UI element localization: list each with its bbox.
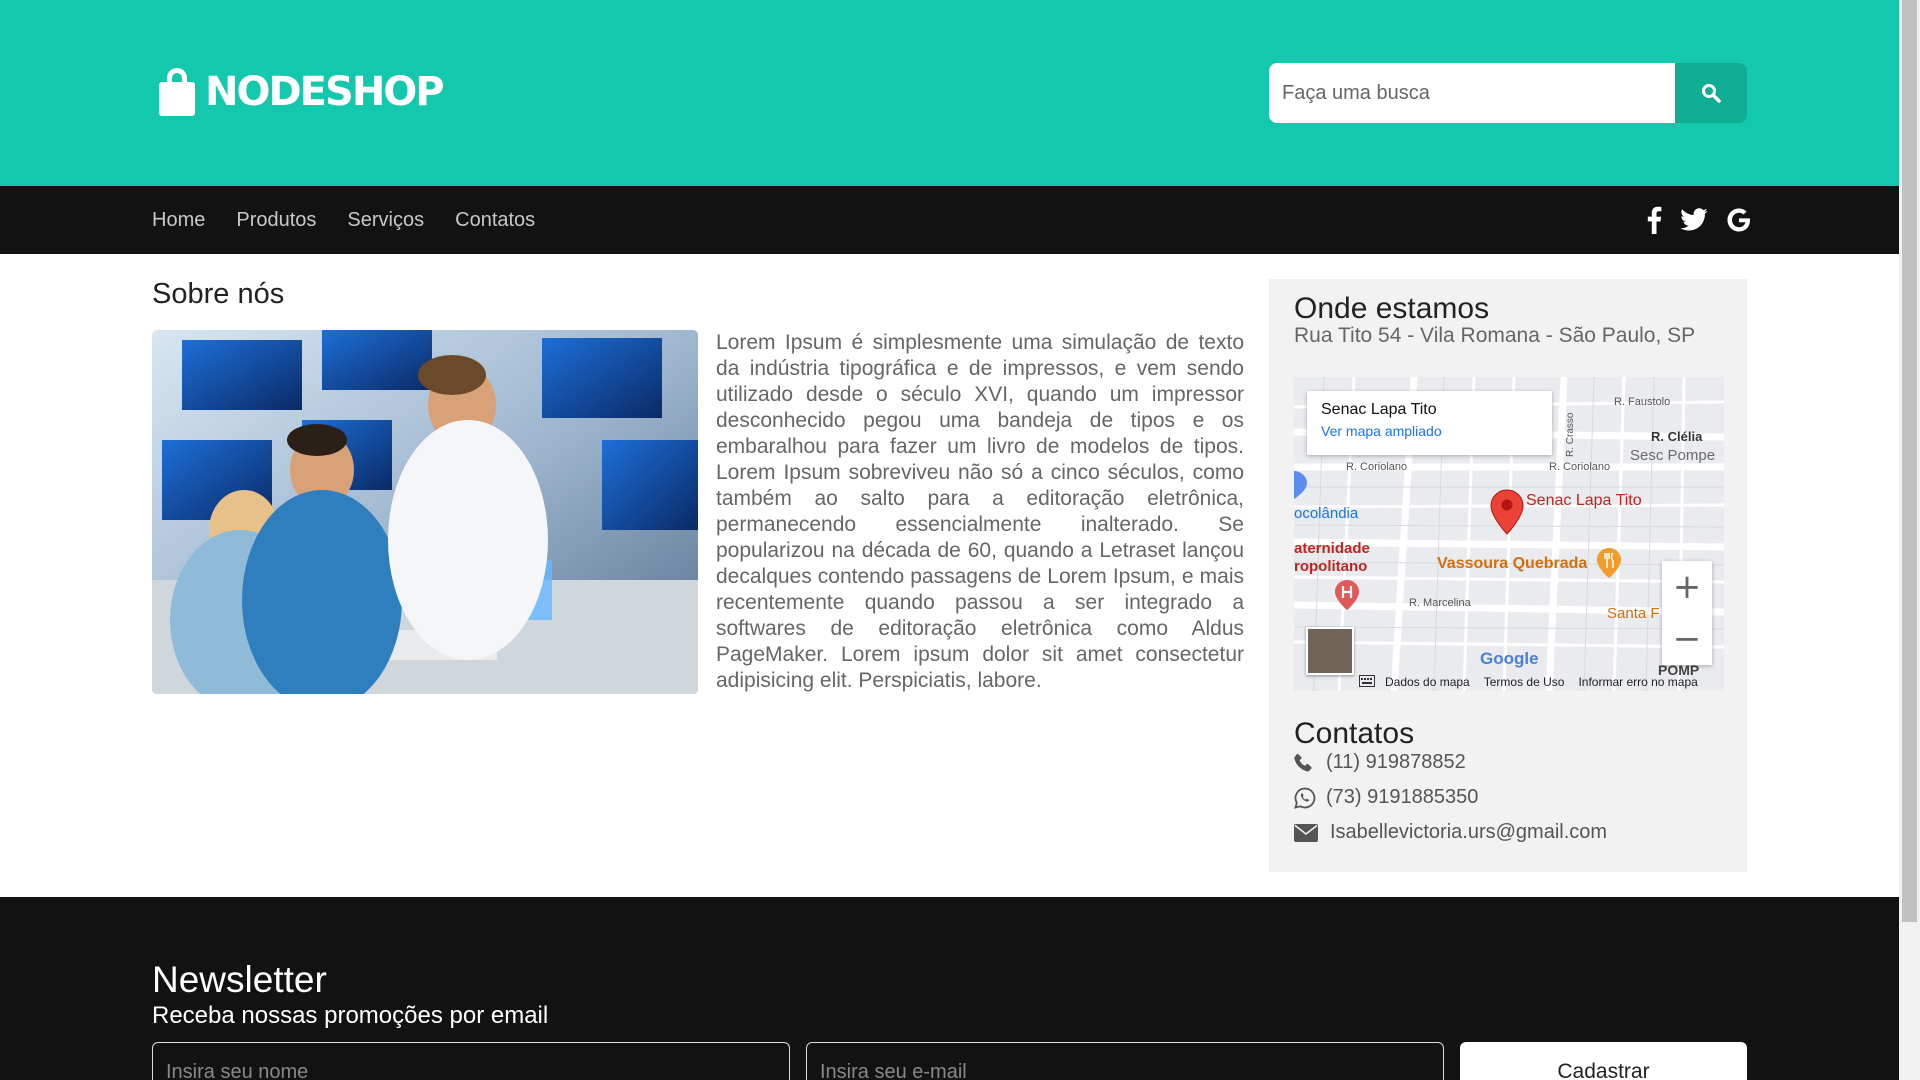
larger-map-link[interactable]: Ver mapa ampliado <box>1321 423 1538 439</box>
map-label-santa: Santa F <box>1607 605 1660 622</box>
logo[interactable]: NODESHOP <box>159 68 445 116</box>
zoom-out-button[interactable]: − <box>1662 613 1712 665</box>
keyboard-icon[interactable] <box>1359 675 1375 687</box>
map-label-r-faustolo: R. Faustolo <box>1614 396 1671 408</box>
hospital-pin-icon[interactable] <box>1334 579 1360 611</box>
satellite-view-toggle[interactable] <box>1306 627 1354 675</box>
twitter-icon[interactable] <box>1680 208 1708 232</box>
contact-whatsapp-text[interactable]: (73) 9191885350 <box>1326 786 1478 809</box>
search-bar <box>1269 63 1747 123</box>
map-label-maternidade: aternidade <box>1294 540 1370 557</box>
map-report-link[interactable]: Informar erro no mapa <box>1578 675 1697 689</box>
contact-email: Isabellevictoria.urs@gmail.com <box>1294 821 1607 844</box>
page: NODESHOP Home Produtos Serviços Contatos <box>0 0 1899 1080</box>
map-label-r-coriolano-2: R. Coriolano <box>1549 461 1611 473</box>
map-zoom-controls: + − <box>1662 561 1712 665</box>
map-label-colandia: ocolândia <box>1294 505 1359 522</box>
map-label-r-marcelina: R. Marcelina <box>1409 597 1471 609</box>
whatsapp-icon <box>1294 787 1322 809</box>
nav-contatos[interactable]: Contatos <box>455 209 535 232</box>
about-section: Sobre nós Lorem Ipsum é simplesmente uma… <box>152 278 1244 694</box>
scrollbar-thumb[interactable] <box>1902 0 1917 922</box>
store-photo <box>152 330 698 694</box>
location-title: Onde estamos <box>1294 292 1490 325</box>
location-address: Rua Tito 54 - Vila Romana - São Paulo, S… <box>1294 324 1696 347</box>
contact-phone: (11) 919878852 <box>1294 751 1466 774</box>
map-pin-icon <box>1490 489 1524 535</box>
envelope-icon <box>1294 823 1326 842</box>
map-place-name: Senac Lapa Tito <box>1321 401 1437 418</box>
google-logo: Google <box>1480 649 1539 668</box>
map-terms-link[interactable]: Termos de Uso <box>1484 675 1565 689</box>
zoom-in-button[interactable]: + <box>1662 561 1712 613</box>
contact-phone-text[interactable]: (11) 919878852 <box>1326 751 1466 774</box>
main-nav: Home Produtos Serviços Contatos <box>152 186 566 254</box>
restaurant-pin-icon[interactable] <box>1596 547 1622 579</box>
logo-text: NODESHOP <box>205 69 445 115</box>
sidebar-info: Onde estamos Rua Tito 54 - Vila Romana -… <box>1269 279 1747 872</box>
navbar: Home Produtos Serviços Contatos <box>0 186 1899 254</box>
phone-icon <box>1294 753 1322 773</box>
search-button[interactable] <box>1675 63 1747 123</box>
map-label-r-crasso: R. Crasso <box>1565 412 1576 457</box>
search-icon <box>1702 84 1721 103</box>
newsletter-name-input[interactable] <box>152 1042 790 1080</box>
google-map[interactable]: R. Faustolo R. Clélia Sesc Pompe R. Cori… <box>1294 377 1724 691</box>
newsletter-email-input[interactable] <box>806 1042 1444 1080</box>
map-label-sesc: Sesc Pompe <box>1630 447 1716 464</box>
contacts-title: Contatos <box>1294 717 1415 750</box>
search-input[interactable] <box>1269 63 1675 123</box>
map-data-link[interactable]: Dados do mapa <box>1385 675 1470 689</box>
about-title: Sobre nós <box>152 278 285 310</box>
social-links <box>1628 186 1752 254</box>
map-label-r-clelia: R. Clélia <box>1651 429 1703 444</box>
map-label-r-coriolano-1: R. Coriolano <box>1346 461 1408 473</box>
nav-produtos[interactable]: Produtos <box>236 209 316 232</box>
newsletter-subtitle: Receba nossas promoções por email <box>152 1002 549 1029</box>
contact-whatsapp: (73) 9191885350 <box>1294 786 1478 809</box>
shopping-bag-icon <box>159 68 195 116</box>
nav-home[interactable]: Home <box>152 209 205 232</box>
header: NODESHOP <box>0 0 1899 186</box>
map-info-card: Senac Lapa Tito Ver mapa ampliado <box>1307 391 1552 455</box>
nav-servicos[interactable]: Serviços <box>347 209 424 232</box>
newsletter-section: Newsletter Receba nossas promoções por e… <box>0 897 1899 1080</box>
transit-pin-icon[interactable] <box>1294 469 1308 499</box>
map-label-metropolitano: ropolitano <box>1294 558 1368 575</box>
page-scrollbar[interactable] <box>1899 0 1920 1080</box>
newsletter-submit-button[interactable]: Cadastrar <box>1460 1042 1747 1080</box>
map-marker-label: Senac Lapa Tito <box>1526 492 1642 509</box>
about-text: Lorem Ipsum é simplesmente uma simulação… <box>716 331 1244 692</box>
map-marker[interactable]: Senac Lapa Tito <box>1490 489 1642 535</box>
facebook-icon[interactable] <box>1646 206 1662 234</box>
newsletter-title: Newsletter <box>152 959 327 1000</box>
google-icon[interactable] <box>1726 207 1752 233</box>
contact-email-text[interactable]: Isabellevictoria.urs@gmail.com <box>1330 821 1607 844</box>
map-label-vassoura: Vassoura Quebrada <box>1437 555 1588 572</box>
map-footer: Dados do mapa Termos de Uso Informar err… <box>1359 675 1698 689</box>
